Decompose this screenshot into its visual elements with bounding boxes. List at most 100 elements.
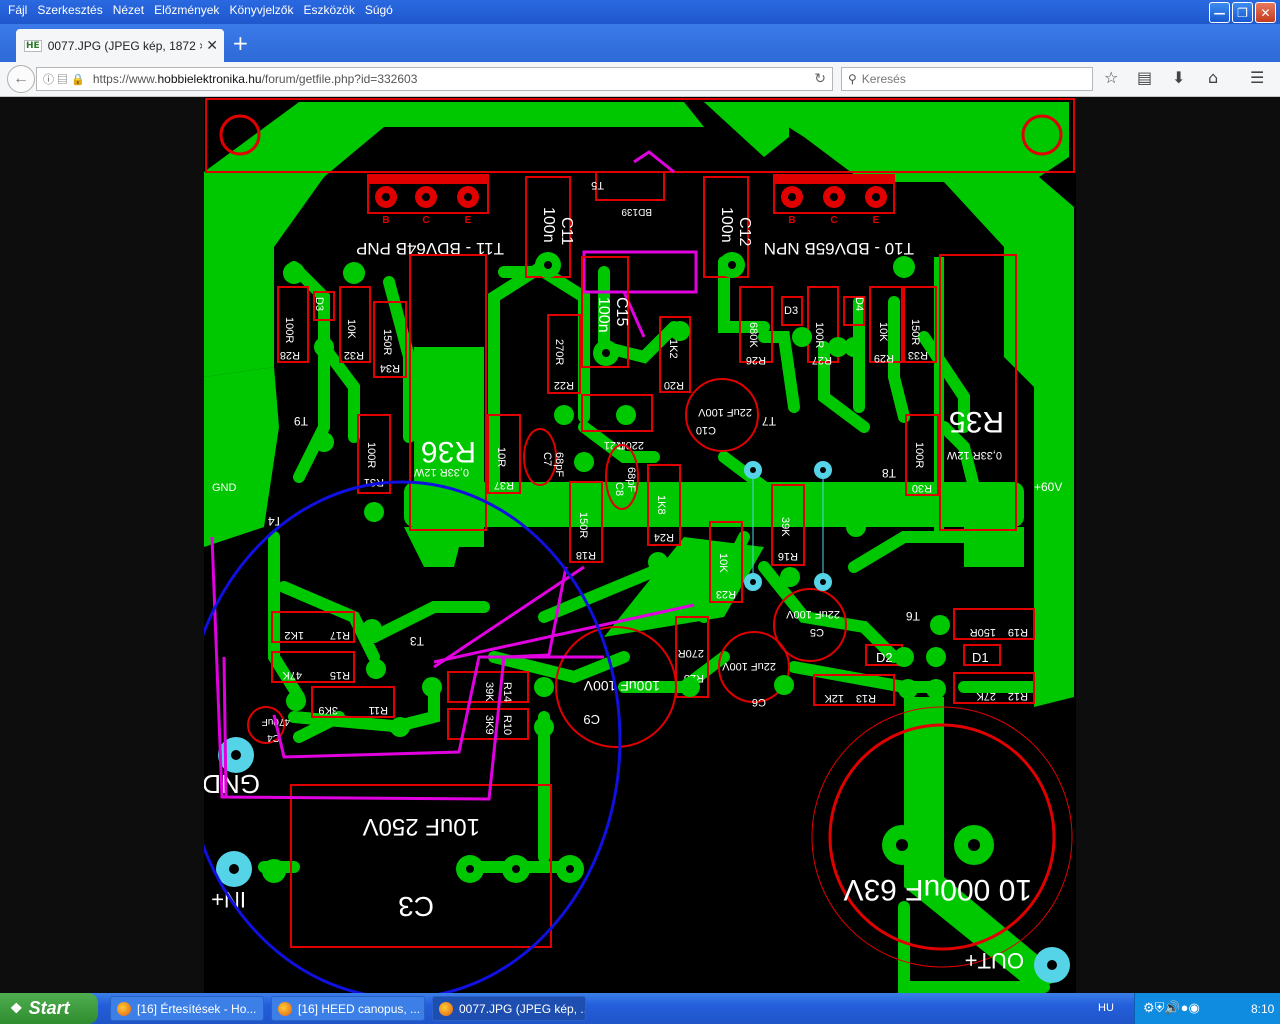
start-button[interactable]: ❖ Start	[0, 993, 98, 1024]
r27-ref: R27	[812, 354, 832, 366]
maximize-button[interactable]: ❐	[1232, 2, 1253, 23]
d2-ref: D2	[876, 650, 893, 665]
menu-history[interactable]: Előzmények	[150, 3, 225, 17]
in-label: IN+	[211, 887, 246, 912]
start-label: Start	[28, 998, 70, 1018]
reload-icon[interactable]: ↻	[814, 70, 826, 87]
r11-ref: R11	[369, 704, 388, 716]
home-icon[interactable]: ⌂	[1208, 68, 1218, 87]
r13-ref: R13	[856, 692, 876, 704]
menu-view[interactable]: Nézet	[109, 3, 150, 17]
gnd-left-label: GND	[212, 482, 237, 494]
r19-value: 150R	[970, 626, 996, 638]
c11-ref: C11	[558, 217, 575, 245]
firefox-icon	[278, 1001, 292, 1016]
t10-pin-c: C	[830, 215, 837, 226]
c11-value: 100n	[540, 207, 557, 243]
taskbar-item-heed[interactable]: [16] HEED canopus, ...	[271, 996, 425, 1021]
out-label: OUT+	[965, 948, 1024, 973]
language-indicator[interactable]: HU	[1098, 1002, 1114, 1014]
windows-logo-icon: ❖	[10, 1000, 23, 1016]
r12-ref: R12	[1008, 690, 1028, 702]
t3-ref: T3	[410, 634, 424, 648]
r31-value: 100R	[365, 442, 377, 468]
r24-ref: R24	[654, 531, 674, 543]
r29-ref: R29	[874, 352, 894, 364]
t7-ref: T7	[762, 414, 776, 428]
menu-hamburger-icon[interactable]: ☰	[1250, 68, 1264, 87]
taskbar-item-label: [16] HEED canopus, ...	[298, 1001, 421, 1016]
menu-help[interactable]: Súgó	[361, 3, 399, 17]
taskbar-item-label: [16] Értesítések - Ho...	[137, 1001, 257, 1016]
menu-tools[interactable]: Eszközök	[299, 3, 360, 17]
r36-ref: R36	[421, 435, 476, 468]
c6-value: 22uF 100V	[722, 660, 776, 672]
tray-icons[interactable]: ⚙⛨🔊●◉	[1143, 1000, 1200, 1016]
t10-pin-b: B	[788, 215, 795, 226]
d4-ref: D4	[853, 297, 865, 311]
menu-items: Fájl Szerkesztés Nézet Előzmények Könyvj…	[4, 3, 399, 17]
r27-value: 100R	[813, 322, 825, 348]
r11-value: 3K9	[318, 704, 338, 716]
windows-taskbar: ❖ Start [16] Értesítések - Ho... [16] HEE…	[0, 993, 1280, 1024]
c15-ref: C15	[613, 297, 630, 326]
r33-value: 150R	[909, 319, 921, 345]
taskbar-item-jpeg[interactable]: 0077.JPG (JPEG kép, ...	[432, 996, 586, 1021]
menu-bar: Fájl Szerkesztés Nézet Előzmények Könyvj…	[0, 0, 1280, 24]
bookmark-star-icon[interactable]: ☆	[1104, 68, 1118, 87]
window-controls: — ❐ ✕	[1209, 2, 1276, 23]
r14-ref: R14	[501, 682, 513, 702]
gnd-bottom-label: GND	[204, 769, 260, 799]
minimize-button[interactable]: —	[1209, 2, 1230, 23]
reading-list-icon[interactable]: ▤	[1137, 68, 1152, 87]
c15-value: 100n	[595, 297, 612, 333]
menu-file[interactable]: Fájl	[4, 3, 33, 17]
url-bar[interactable]: ⓘ ▤ 🔒 https://www.hobbielektronika.hu/fo…	[36, 67, 833, 91]
r12-value: 27K	[976, 690, 996, 702]
r37-ref: R37	[494, 479, 514, 491]
r24-value: 1K8	[655, 495, 667, 515]
d3-left-ref: D3	[313, 297, 325, 311]
pcb-layout-image[interactable]: B C E B C E T11 - BDV64B PNP T10 - BDV65…	[204, 97, 1076, 993]
bd139-label: BD139	[621, 206, 652, 217]
site-favicon-icon: HE	[24, 39, 42, 52]
taskbar-item-notifications[interactable]: [16] Értesítések - Ho...	[110, 996, 264, 1021]
search-icon: ⚲	[848, 72, 857, 86]
close-window-button[interactable]: ✕	[1255, 2, 1276, 23]
clock[interactable]: 8:10	[1251, 1002, 1274, 1016]
r35-value: 0,33R 12W	[946, 449, 1002, 461]
r33-ref: R33	[908, 349, 928, 361]
d3-right-ref: D3	[784, 305, 798, 317]
r20-value: 1K2	[667, 339, 679, 359]
r18-ref: R18	[576, 549, 596, 561]
r15-value: 47K	[282, 669, 302, 681]
r34-value: 150R	[381, 329, 393, 355]
r23-value: 10K	[717, 553, 729, 573]
t9-ref: T9	[294, 414, 308, 428]
big-cap-value: 10 000uF 63V	[844, 873, 1032, 906]
new-tab-button[interactable]: +	[232, 31, 249, 55]
downloads-icon[interactable]: ⬇	[1172, 68, 1185, 87]
r34-ref: R34	[380, 362, 400, 374]
r28-ref: R28	[280, 349, 300, 361]
c12-value: 100n	[718, 207, 735, 243]
r32-ref: R32	[344, 349, 364, 361]
c7-value: 68pF	[553, 452, 565, 477]
menu-edit[interactable]: Szerkesztés	[33, 3, 108, 17]
back-button[interactable]: ←	[7, 65, 35, 93]
r32-value: 10K	[345, 319, 357, 339]
search-input[interactable]: ⚲ Keresés	[841, 67, 1093, 91]
tab-close-icon[interactable]: ✕	[206, 37, 218, 54]
t10-pin-e: E	[873, 215, 880, 226]
r36-value: 0,33R 12W	[413, 466, 469, 478]
menu-bookmarks[interactable]: Könyvjelzők	[225, 3, 299, 17]
r20-ref: R20	[664, 379, 684, 391]
c8-ref: C8	[613, 482, 625, 496]
t8-ref: T8	[882, 466, 896, 480]
tab-image[interactable]: HE 0077.JPG (JPEG kép, 1872 × ... ✕	[16, 29, 224, 62]
site-info-icon[interactable]: ⓘ ▤ 🔒	[43, 71, 85, 87]
back-arrow-icon: ←	[13, 70, 29, 87]
c12-ref: C12	[736, 217, 753, 246]
t5-label: T5	[591, 179, 604, 191]
r17-ref: R17	[330, 629, 350, 641]
